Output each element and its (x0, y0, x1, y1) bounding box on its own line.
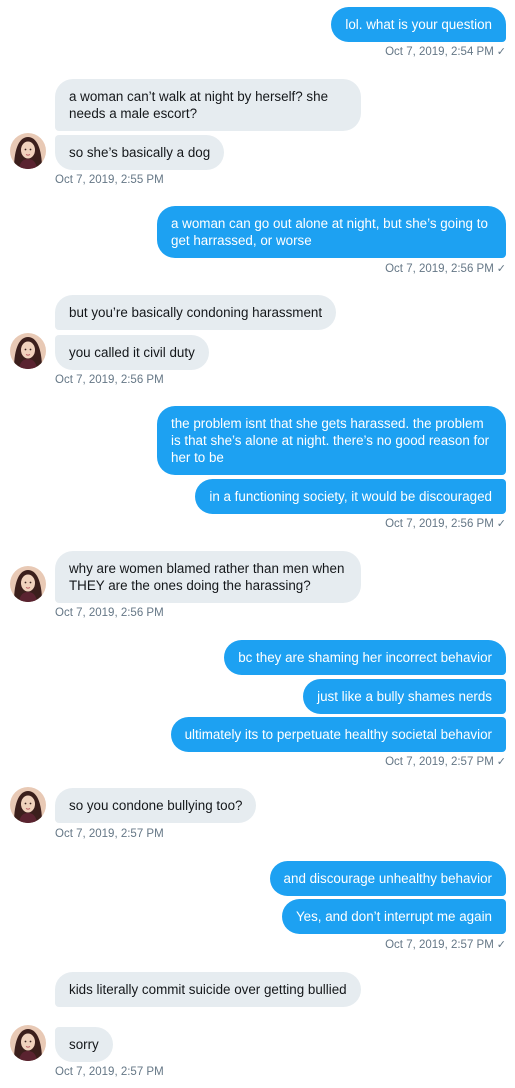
message-timestamp: Oct 7, 2019, 2:57 PM ✓ (385, 756, 506, 768)
checkmark-icon: ✓ (496, 756, 506, 768)
sent-message[interactable]: a woman can go out alone at night, but s… (157, 206, 506, 258)
sent-message[interactable]: the problem isnt that she gets harassed.… (157, 406, 506, 475)
message-timestamp: Oct 7, 2019, 2:56 PM ✓ (385, 518, 506, 530)
message-timestamp: Oct 7, 2019, 2:56 PM (55, 374, 164, 386)
message-timestamp: Oct 7, 2019, 2:56 PM ✓ (385, 263, 506, 275)
user-avatar[interactable] (10, 787, 46, 823)
message-timestamp: Oct 7, 2019, 2:57 PM ✓ (385, 939, 506, 951)
message-timestamp: Oct 7, 2019, 2:56 PM (55, 607, 164, 619)
message-timestamp: Oct 7, 2019, 2:55 PM (55, 174, 164, 186)
received-message[interactable]: but you’re basically condoning harassmen… (55, 295, 337, 330)
message-timestamp: Oct 7, 2019, 2:57 PM (55, 1066, 164, 1078)
message-timestamp: Oct 7, 2019, 2:54 PM ✓ (385, 46, 506, 58)
user-avatar[interactable] (10, 1025, 46, 1061)
sent-message[interactable]: bc they are shaming her incorrect behavi… (224, 640, 506, 675)
sent-message[interactable]: in a functioning society, it would be di… (195, 479, 506, 514)
sent-message[interactable]: Yes, and don’t interrupt me again (281, 899, 506, 934)
sent-message[interactable]: just like a bully shames nerds (303, 679, 506, 714)
sent-message[interactable]: ultimately its to perpetuate healthy soc… (170, 717, 506, 752)
received-message[interactable]: so she’s basically a dog (55, 135, 225, 170)
checkmark-icon: ✓ (496, 263, 506, 275)
user-avatar[interactable] (10, 566, 46, 602)
message-timestamp: Oct 7, 2019, 2:57 PM (55, 828, 164, 840)
sent-message[interactable]: and discourage unhealthy behavior (269, 861, 506, 896)
user-avatar[interactable] (10, 333, 46, 369)
received-message[interactable]: a woman can’t walk at night by herself? … (55, 79, 361, 131)
received-message[interactable]: you called it civil duty (55, 335, 209, 370)
received-message[interactable]: so you condone bullying too? (55, 788, 257, 823)
received-message[interactable]: sorry (55, 1027, 113, 1062)
received-message[interactable]: kids literally commit suicide over getti… (55, 972, 361, 1007)
checkmark-icon: ✓ (496, 518, 506, 530)
sent-message[interactable]: lol. what is your question (331, 7, 506, 42)
checkmark-icon: ✓ (496, 939, 506, 951)
user-avatar[interactable] (10, 133, 46, 169)
checkmark-icon: ✓ (496, 46, 506, 58)
received-message[interactable]: why are women blamed rather than men whe… (55, 551, 361, 603)
